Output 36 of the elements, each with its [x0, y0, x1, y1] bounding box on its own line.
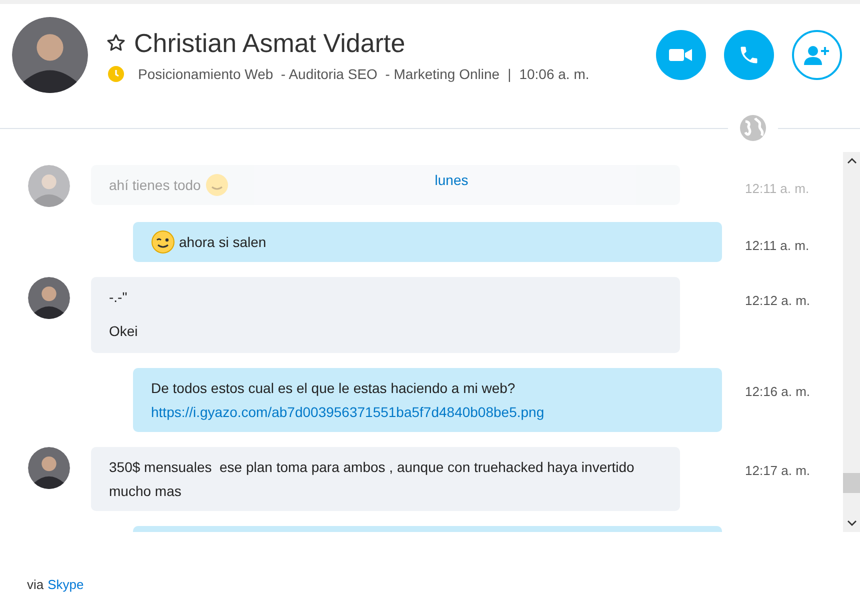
- skype-link[interactable]: Skype: [48, 575, 84, 594]
- message-time: 12:11 a. m.: [745, 181, 810, 196]
- via-label: via: [27, 576, 44, 594]
- message-time: 12:11 a. m.: [745, 238, 810, 253]
- message-time: 12:17 a. m.: [745, 463, 810, 478]
- separator: |: [508, 64, 512, 84]
- mood-message: Posicionamiento Web - Auditoria SEO - Marketing Online: [138, 64, 500, 84]
- message-text: 350$ mensuales ese plan toma para ambos , aunque con truehacked haya invertido mucho mas: [109, 458, 636, 501]
- avatar-icon: [28, 447, 70, 489]
- message-link[interactable]: https://i.gyazo.com/ab7d003956371551ba5f7d4840b08be5.png: [151, 404, 544, 420]
- call-button[interactable]: [724, 30, 774, 80]
- message-time: 12:12 a. m.: [745, 293, 810, 308]
- message-text: De todos estos cual es el que le estas haciendo a mi web?: [151, 379, 516, 398]
- add-contact-button[interactable]: [792, 30, 842, 80]
- message-text: Okei: [109, 322, 138, 341]
- message-time: 12:16 a. m.: [745, 384, 810, 399]
- local-time: 10:06 a. m.: [519, 64, 590, 84]
- smiley-icon: [204, 173, 229, 197]
- message-text: ahora si salen: [179, 233, 266, 252]
- video-call-button[interactable]: [656, 30, 706, 80]
- winking-face-icon: [151, 230, 175, 254]
- contact-name: Christian Asmat Vidarte: [134, 26, 406, 60]
- scroll-up-icon[interactable]: [846, 158, 856, 164]
- avatar-icon: [12, 17, 88, 93]
- scrollbar-thumb[interactable]: [843, 473, 860, 493]
- video-camera-icon: [669, 47, 693, 63]
- globe-icon[interactable]: [740, 115, 766, 141]
- day-label: lunes: [434, 171, 468, 190]
- add-person-icon: [804, 45, 830, 65]
- phone-icon: [738, 44, 760, 66]
- avatar-icon: [28, 165, 70, 207]
- star-icon[interactable]: [106, 32, 126, 52]
- scroll-down-icon[interactable]: [846, 520, 856, 526]
- avatar-icon: [28, 277, 70, 319]
- message-text: ahí tienes todo: [109, 176, 201, 195]
- message-text: -.-": [109, 288, 128, 307]
